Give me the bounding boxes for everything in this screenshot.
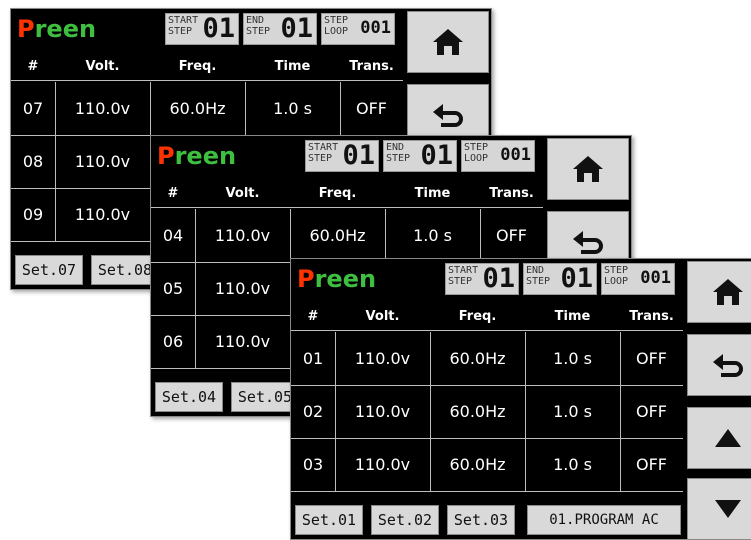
trans-cell[interactable]: OFF bbox=[620, 438, 683, 491]
brand-logo: Preen bbox=[17, 15, 97, 43]
table-row[interactable]: 04 110.0v 60.0Hz 1.0 s OFF bbox=[151, 209, 543, 263]
header-freq: Freq. bbox=[178, 59, 217, 74]
home-icon bbox=[433, 29, 463, 55]
step-number: 06 bbox=[151, 315, 196, 368]
step-number: 01 bbox=[291, 332, 336, 385]
back-arrow-icon bbox=[433, 104, 463, 127]
table-row[interactable]: 02 110.0v 60.0Hz 1.0 s OFF bbox=[291, 385, 683, 439]
trans-cell[interactable]: OFF bbox=[340, 82, 403, 135]
time-cell[interactable]: 1.0 s bbox=[385, 209, 481, 262]
down-triangle-icon bbox=[715, 500, 741, 518]
time-cell[interactable]: 1.0 s bbox=[245, 82, 341, 135]
end-step-indicator[interactable]: END STEP 01 bbox=[243, 13, 317, 45]
start-step-indicator[interactable]: START STEP 01 bbox=[165, 13, 239, 45]
header-time: Time bbox=[414, 186, 451, 201]
set-button[interactable]: Set.07 bbox=[15, 255, 83, 285]
volt-cell[interactable]: 110.0v bbox=[195, 262, 291, 315]
freq-cell[interactable]: 60.0Hz bbox=[150, 82, 246, 135]
set-button[interactable]: Set.05 bbox=[231, 382, 299, 412]
back-arrow-icon bbox=[573, 231, 603, 254]
step-number: 02 bbox=[291, 385, 336, 438]
trans-cell[interactable]: OFF bbox=[620, 332, 683, 385]
volt-cell[interactable]: 110.0v bbox=[335, 438, 431, 491]
volt-cell[interactable]: 110.0v bbox=[55, 188, 151, 241]
volt-cell[interactable]: 110.0v bbox=[195, 209, 291, 262]
step-loop-indicator[interactable]: STEP LOOP 001 bbox=[461, 140, 535, 172]
step-loop-indicator[interactable]: STEP LOOP 001 bbox=[601, 263, 675, 295]
set-button[interactable]: Set.01 bbox=[295, 505, 363, 535]
back-button[interactable] bbox=[687, 334, 751, 396]
up-triangle-icon bbox=[715, 429, 741, 447]
step-loop-indicator[interactable]: STEP LOOP 001 bbox=[321, 13, 395, 45]
header-num: # bbox=[27, 59, 39, 74]
step-number: 04 bbox=[151, 209, 196, 262]
volt-cell[interactable]: 110.0v bbox=[55, 82, 151, 135]
volt-cell[interactable]: 110.0v bbox=[195, 315, 291, 368]
table-row[interactable]: 03 110.0v 60.0Hz 1.0 s OFF bbox=[291, 438, 683, 492]
set-button[interactable]: Set.02 bbox=[371, 505, 439, 535]
header-num: # bbox=[167, 186, 179, 201]
set-button[interactable]: Set.04 bbox=[155, 382, 223, 412]
back-arrow-icon bbox=[713, 354, 743, 377]
freq-cell[interactable]: 60.0Hz bbox=[430, 438, 526, 491]
header-volt: Volt. bbox=[85, 59, 120, 74]
home-icon bbox=[713, 279, 743, 305]
volt-cell[interactable]: 110.0v bbox=[335, 332, 431, 385]
set-button[interactable]: Set.08 bbox=[91, 255, 159, 285]
home-button[interactable] bbox=[547, 138, 629, 200]
program-name-button[interactable]: 01.PROGRAM AC bbox=[527, 505, 681, 535]
header-trans: Trans. bbox=[489, 186, 534, 201]
start-step-indicator[interactable]: START STEP 01 bbox=[305, 140, 379, 172]
table-row[interactable]: 01 110.0v 60.0Hz 1.0 s OFF bbox=[291, 332, 683, 386]
brand-logo: Preen bbox=[157, 142, 237, 170]
table-header: # Volt. Freq. Time Trans. bbox=[151, 181, 543, 208]
step-number: 08 bbox=[11, 135, 56, 188]
trans-cell[interactable]: OFF bbox=[480, 209, 543, 262]
header-time: Time bbox=[554, 309, 591, 324]
header-volt: Volt. bbox=[365, 309, 400, 324]
scroll-up-button[interactable] bbox=[687, 407, 751, 469]
set-button[interactable]: Set.03 bbox=[447, 505, 515, 535]
header-time: Time bbox=[274, 59, 311, 74]
scroll-down-button[interactable] bbox=[687, 478, 751, 539]
header-freq: Freq. bbox=[318, 186, 357, 201]
freq-cell[interactable]: 60.0Hz bbox=[430, 385, 526, 438]
start-step-indicator[interactable]: START STEP 01 bbox=[445, 263, 519, 295]
table-header: # Volt. Freq. Time Trans. bbox=[11, 54, 403, 81]
header-trans: Trans. bbox=[349, 59, 394, 74]
volt-cell[interactable]: 110.0v bbox=[55, 135, 151, 188]
header-volt: Volt. bbox=[225, 186, 260, 201]
trans-cell[interactable]: OFF bbox=[620, 385, 683, 438]
step-number: 07 bbox=[11, 82, 56, 135]
end-step-indicator[interactable]: END STEP 01 bbox=[523, 263, 597, 295]
freq-cell[interactable]: 60.0Hz bbox=[430, 332, 526, 385]
home-button[interactable] bbox=[407, 11, 489, 73]
header-num: # bbox=[307, 309, 319, 324]
step-number: 03 bbox=[291, 438, 336, 491]
freq-cell[interactable]: 60.0Hz bbox=[290, 209, 386, 262]
header-freq: Freq. bbox=[458, 309, 497, 324]
time-cell[interactable]: 1.0 s bbox=[525, 332, 621, 385]
controller-screen-3: Preen START STEP 01 END STEP 01 STEP LOOP 0… bbox=[290, 258, 751, 540]
time-cell[interactable]: 1.0 s bbox=[525, 438, 621, 491]
header-trans: Trans. bbox=[629, 309, 674, 324]
step-number: 05 bbox=[151, 262, 196, 315]
time-cell[interactable]: 1.0 s bbox=[525, 385, 621, 438]
end-step-indicator[interactable]: END STEP 01 bbox=[383, 140, 457, 172]
table-row[interactable]: 07 110.0v 60.0Hz 1.0 s OFF bbox=[11, 82, 403, 136]
volt-cell[interactable]: 110.0v bbox=[335, 385, 431, 438]
step-number: 09 bbox=[11, 188, 56, 241]
home-icon bbox=[573, 156, 603, 182]
table-header: # Volt. Freq. Time Trans. bbox=[291, 304, 683, 331]
home-button[interactable] bbox=[687, 261, 751, 323]
brand-logo: Preen bbox=[297, 265, 377, 293]
